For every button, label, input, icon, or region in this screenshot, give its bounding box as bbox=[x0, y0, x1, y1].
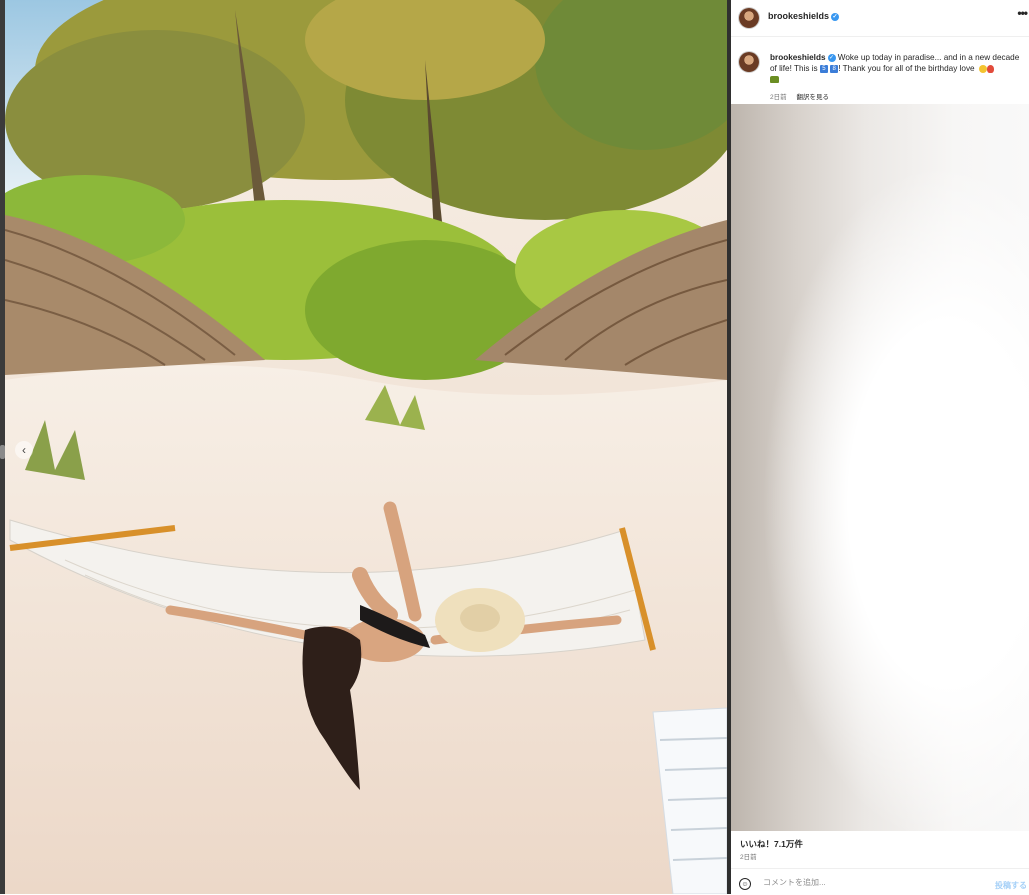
post-header: brookeshields ✓ ••• bbox=[731, 0, 1029, 37]
post-sidebar: brookeshields ✓ ••• brookeshields ✓ Woke u… bbox=[731, 0, 1029, 894]
caption-avatar[interactable] bbox=[739, 52, 759, 72]
balloon-emoji-icon bbox=[987, 64, 995, 73]
caption-username[interactable]: brookeshields bbox=[770, 53, 826, 62]
beach-hammock-image bbox=[5, 0, 727, 894]
caption-meta: 2日前 翻訳を見る bbox=[770, 91, 829, 101]
translate-link[interactable]: 翻訳を見る bbox=[796, 94, 829, 101]
verified-badge-icon: ✓ bbox=[831, 12, 840, 21]
post-comment-button[interactable]: 投稿する bbox=[995, 880, 1027, 891]
header-username-text[interactable]: brookeshields bbox=[768, 11, 829, 21]
header-username[interactable]: brookeshields ✓ bbox=[768, 11, 840, 21]
post-date: 2日前 bbox=[740, 854, 757, 861]
time-ago: 2日前 bbox=[770, 94, 787, 101]
post-photo[interactable]: ‹ bbox=[5, 0, 727, 894]
caption-line1: Woke up today in paradise... and in a ne… bbox=[837, 53, 1020, 62]
likes-count[interactable]: いいね！7.1万件 bbox=[740, 838, 803, 850]
keycap-five-icon: 5 bbox=[819, 64, 828, 73]
cake-emoji-icon bbox=[770, 76, 779, 84]
avatar[interactable] bbox=[739, 8, 759, 28]
post-caption: brookeshields ✓ Woke up today in paradise… bbox=[770, 52, 1029, 85]
verified-badge-icon: ✓ bbox=[827, 53, 836, 62]
caption-line2b: ! Thank you for all of the birthday love bbox=[838, 64, 975, 73]
previous-image-icon[interactable]: ‹ bbox=[15, 441, 33, 459]
comment-input[interactable] bbox=[763, 878, 963, 887]
smiley-icon[interactable]: ☺ bbox=[739, 878, 751, 890]
comments-area-blurred bbox=[731, 104, 1029, 831]
more-options-icon[interactable]: ••• bbox=[1017, 6, 1028, 20]
sun-emoji-icon bbox=[979, 64, 988, 73]
keycap-eight-icon: 8 bbox=[830, 64, 839, 73]
comment-bar: ☺ 投稿する bbox=[731, 868, 1029, 895]
caption-line2a: of life! This is bbox=[770, 64, 818, 73]
